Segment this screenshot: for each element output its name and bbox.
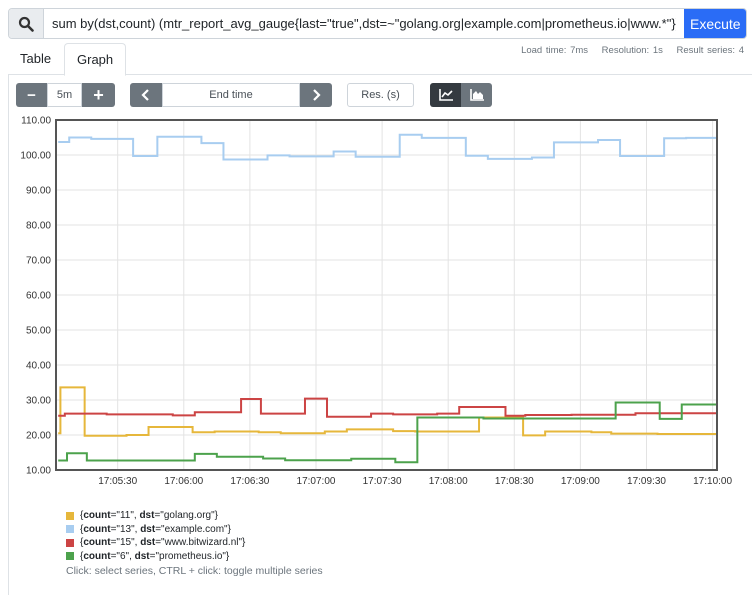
query-stats: Load time: 7ms Resolution: 1s Result ser…	[511, 45, 744, 56]
y-tick-label: 10.00	[26, 466, 51, 477]
tab-graph[interactable]: Graph	[64, 43, 127, 76]
legend-item[interactable]: {count="11", dst="golang.org"}	[66, 509, 245, 523]
series-line-golang-org[interactable]	[58, 386, 717, 437]
series-line-example-com[interactable]	[58, 133, 717, 161]
tab-table[interactable]: Table	[8, 43, 63, 74]
legend-item[interactable]: {count="15", dst="www.bitwizard.nl"}	[66, 536, 245, 550]
x-tick-label: 17:08:00	[429, 476, 468, 487]
y-tick-label: 20.00	[26, 431, 51, 442]
execute-button[interactable]: Execute	[684, 9, 746, 38]
y-tick-label: 100.00	[20, 151, 51, 162]
legend-swatch	[66, 525, 74, 534]
y-tick-label: 60.00	[26, 291, 51, 302]
y-tick-label: 80.00	[26, 221, 51, 232]
x-tick-label: 17:05:30	[98, 476, 137, 487]
query-bar: Execute	[8, 8, 747, 39]
x-tick-label: 17:09:30	[627, 476, 666, 487]
y-tick-label: 90.00	[26, 186, 51, 197]
query-input[interactable]	[44, 9, 684, 38]
end-time-input[interactable]: End time	[162, 83, 300, 107]
x-tick-label: 17:10:00	[693, 476, 732, 487]
next-time-button[interactable]	[300, 83, 332, 107]
line-chart-icon	[438, 89, 453, 101]
previous-time-button[interactable]	[130, 83, 162, 107]
line-chart-button[interactable]	[430, 83, 461, 107]
graph-chart[interactable]: 10.00 20.00 30.00 40.00 50.00 60.00 70.00 80.00…	[0, 110, 752, 495]
stacked-area-icon	[469, 89, 484, 101]
legend-swatch	[66, 511, 74, 520]
search-icon	[9, 9, 44, 38]
legend-label: {count="11", dst="golang.org"}	[80, 510, 218, 521]
series-line-prometheus-io[interactable]	[58, 401, 717, 464]
legend-hint: Click: select series, CTRL + click: togg…	[66, 565, 323, 577]
legend: {count="11", dst="golang.org"} {count="13…	[66, 509, 245, 563]
minus-icon: −	[27, 86, 36, 104]
resolution: Resolution: 1s	[601, 45, 663, 56]
x-tick-label: 17:06:00	[164, 476, 203, 487]
y-tick-label: 50.00	[26, 326, 51, 337]
result-series: Result series: 4	[676, 45, 744, 56]
legend-item[interactable]: {count="6", dst="prometheus.io"}	[66, 550, 245, 564]
load-time: Load time: 7ms	[521, 45, 589, 56]
legend-swatch	[66, 538, 74, 547]
range-input[interactable]: 5m	[47, 83, 82, 107]
y-tick-label: 110.00	[21, 116, 51, 127]
y-tick-label: 40.00	[26, 361, 51, 372]
stacked-chart-button[interactable]	[461, 83, 492, 107]
legend-swatch	[66, 552, 74, 561]
resolution-input[interactable]: Res. (s)	[347, 83, 414, 107]
plus-icon: +	[93, 84, 104, 105]
legend-label: {count="13", dst="example.com"}	[80, 523, 231, 535]
x-tick-label: 17:07:30	[363, 476, 402, 487]
decrease-range-button[interactable]: −	[16, 83, 47, 107]
x-tick-label: 17:06:30	[230, 476, 269, 487]
legend-item[interactable]: {count="13", dst="example.com"}	[66, 523, 245, 537]
series-line-www-bitwizard-nl[interactable]	[58, 397, 717, 418]
y-tick-label: 70.00	[26, 256, 51, 267]
x-tick-label: 17:07:00	[297, 476, 336, 487]
chevron-right-icon	[313, 89, 321, 101]
x-tick-label: 17:08:30	[495, 476, 534, 487]
increase-range-button[interactable]: +	[82, 83, 115, 107]
legend-label: {count="15", dst="www.bitwizard.nl"}	[80, 537, 246, 548]
chevron-left-icon	[141, 89, 149, 101]
y-tick-label: 30.00	[26, 396, 51, 407]
x-tick-label: 17:09:00	[561, 476, 600, 487]
legend-label: {count="6", dst="prometheus.io"}	[80, 550, 230, 562]
